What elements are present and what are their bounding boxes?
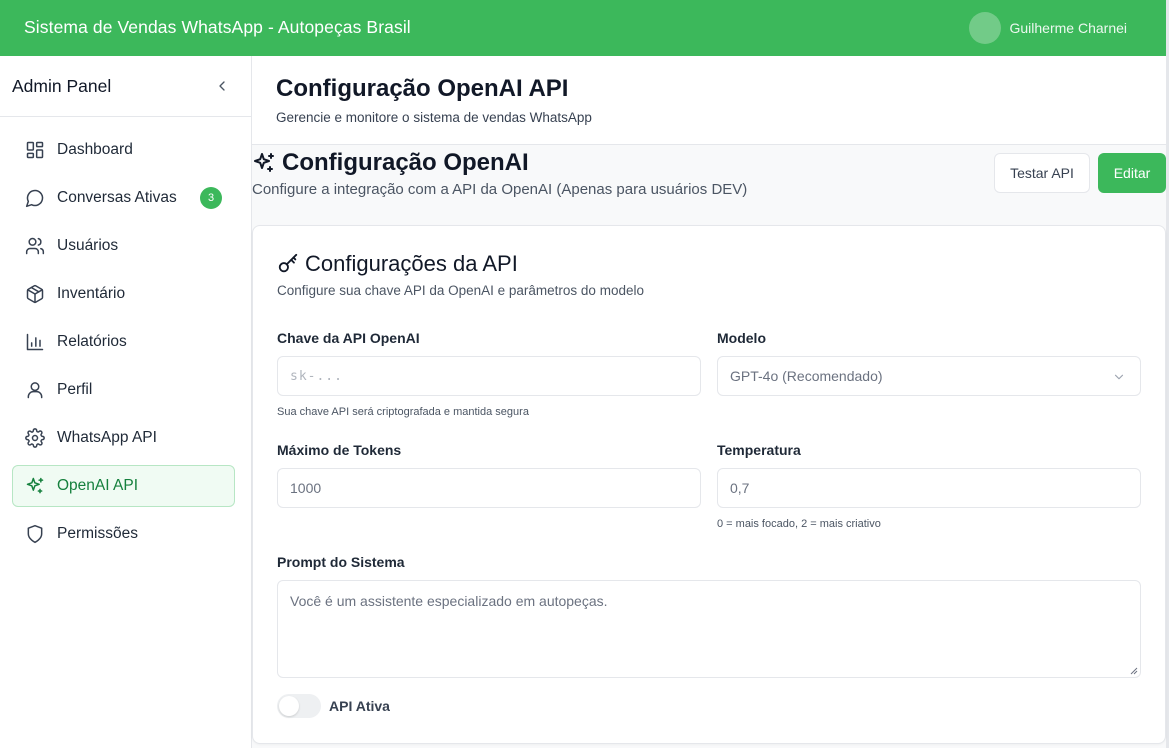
top-bar: Sistema de Vendas WhatsApp - Autopeças B… (0, 0, 1169, 56)
model-label: Modelo (717, 330, 766, 346)
sidebar-item-permissoes[interactable]: Permissões (12, 513, 235, 555)
sidebar-item-label: Usuários (57, 237, 119, 254)
sidebar-item-usuarios[interactable]: Usuários (12, 225, 235, 267)
users-icon (25, 236, 45, 256)
temperature-help: 0 = mais focado, 2 = mais criativo (717, 518, 881, 530)
sparkles-icon (25, 476, 45, 496)
user-name: Guilherme Charnei (1009, 20, 1128, 36)
sidebar: Admin Panel Dashboard Conversas Ativas 3… (0, 56, 252, 748)
sidebar-item-label: WhatsApp API (57, 429, 157, 446)
sidebar-item-label: Dashboard (57, 141, 133, 158)
user-menu[interactable]: Guilherme Charnei (968, 12, 1128, 44)
api-active-label: API Ativa (329, 698, 390, 714)
max-tokens-label: Máximo de Tokens (277, 442, 402, 458)
api-settings-card: Configurações da API Configure sua chave… (252, 225, 1166, 744)
sidebar-item-label: Relatórios (57, 333, 127, 350)
sidebar-header: Admin Panel (0, 56, 251, 117)
sidebar-item-inventario[interactable]: Inventário (12, 273, 235, 315)
card-heading: Configurações da API (277, 251, 518, 277)
system-prompt-label: Prompt do Sistema (277, 554, 405, 570)
section-heading: Configuração OpenAI (252, 149, 529, 177)
sidebar-title: Admin Panel (12, 76, 112, 96)
sparkles-icon (254, 153, 274, 172)
api-key-label: Chave da API OpenAI (277, 330, 420, 346)
system-prompt-textarea[interactable]: Você é um assistente especializado em au… (277, 580, 1141, 678)
model-selected-value: GPT-4o (Recomendado) (730, 368, 883, 384)
resize-handle-icon[interactable] (1130, 667, 1138, 675)
content-area: Configuração OpenAI Configure a integraç… (252, 145, 1166, 748)
toggle-knob (279, 696, 299, 716)
sidebar-collapse-button[interactable] (212, 76, 232, 96)
sidebar-item-relatorios[interactable]: Relatórios (12, 321, 235, 363)
shield-icon (25, 524, 45, 544)
model-select[interactable]: GPT-4o (Recomendado) (717, 356, 1141, 396)
user-icon (25, 380, 45, 400)
page-subtitle: Gerencie e monitore o sistema de vendas … (276, 110, 592, 125)
card-subtitle: Configure sua chave API da OpenAI e parâ… (277, 283, 644, 298)
api-key-input[interactable]: sk-... (277, 356, 701, 396)
system-prompt-text: Você é um assistente especializado em au… (290, 593, 608, 609)
chevron-down-icon (1114, 374, 1124, 380)
unread-count-badge: 3 (200, 187, 222, 209)
sidebar-item-label: Inventário (57, 285, 126, 302)
layout-grid-icon (25, 140, 45, 160)
temperature-label: Temperatura (717, 442, 801, 458)
temperature-input[interactable]: 0,7 (717, 468, 1141, 508)
sidebar-item-label: Conversas Ativas (57, 189, 177, 206)
bar-chart-icon (25, 332, 45, 352)
sidebar-item-label: Permissões (57, 525, 138, 542)
section-subtitle: Configure a integração com a API da Open… (252, 181, 748, 198)
max-tokens-input[interactable]: 1000 (277, 468, 701, 508)
avatar[interactable] (968, 12, 1001, 44)
gear-icon (25, 428, 45, 448)
sidebar-item-openai-api[interactable]: OpenAI API (12, 465, 235, 507)
sidebar-item-perfil[interactable]: Perfil (12, 369, 235, 411)
chevron-left-icon (219, 81, 225, 91)
sidebar-item-whatsapp-api[interactable]: WhatsApp API (12, 417, 235, 459)
card-title: Configurações da API (305, 251, 518, 276)
package-icon (25, 284, 45, 304)
section-title: Configuração OpenAI (282, 149, 529, 176)
api-active-row: API Ativa (277, 694, 390, 718)
sidebar-item-dashboard[interactable]: Dashboard (12, 129, 235, 171)
edit-button[interactable]: Editar (1098, 153, 1166, 193)
main-content: Configuração OpenAI API Gerencie e monit… (252, 56, 1166, 748)
sidebar-item-label: OpenAI API (57, 477, 138, 494)
message-circle-icon (25, 188, 45, 208)
sidebar-nav: Dashboard Conversas Ativas 3 Usuários In… (12, 129, 235, 561)
page-title: Configuração OpenAI API (276, 75, 569, 102)
key-icon (278, 253, 298, 273)
sidebar-item-conversas-ativas[interactable]: Conversas Ativas 3 (12, 177, 235, 219)
api-active-toggle[interactable] (277, 694, 321, 718)
app-title: Sistema de Vendas WhatsApp - Autopeças B… (24, 17, 411, 37)
test-api-button[interactable]: Testar API (994, 153, 1090, 193)
api-key-help: Sua chave API será criptografada e manti… (277, 406, 529, 418)
page-header: Configuração OpenAI API Gerencie e monit… (252, 56, 1166, 145)
sidebar-item-label: Perfil (57, 381, 93, 398)
